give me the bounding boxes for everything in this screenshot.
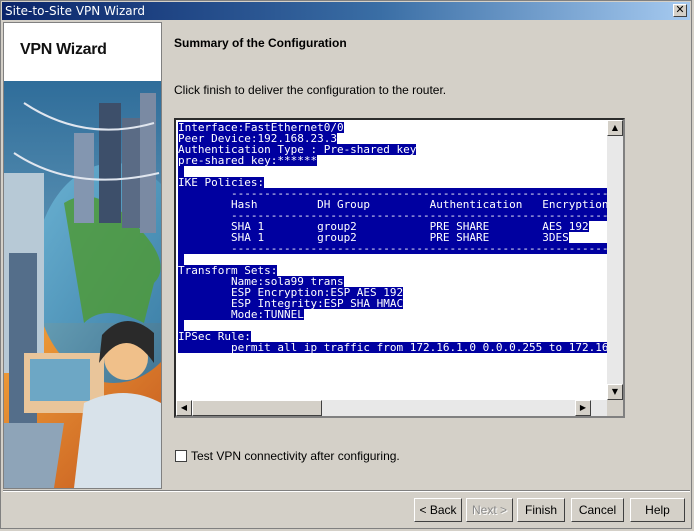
horizontal-scroll-thumb[interactable] <box>192 400 322 416</box>
config-line: ----------------------------------------… <box>178 243 607 254</box>
arrow-right-icon: ▶ <box>579 403 587 412</box>
window-title: Site-to-Site VPN Wizard <box>5 4 145 18</box>
arrow-up-icon: ▲ <box>611 123 619 132</box>
test-connectivity-checkbox[interactable] <box>175 450 187 462</box>
arrow-left-icon: ◀ <box>180 403 188 412</box>
test-connectivity-label[interactable]: Test VPN connectivity after configuring. <box>191 449 400 463</box>
footer-separator <box>3 490 690 492</box>
configuration-summary-box[interactable]: Interface:FastEthernet0/0 Peer Device:19… <box>174 118 625 418</box>
arrow-down-icon: ▼ <box>611 387 619 396</box>
back-button[interactable]: < Back <box>414 498 462 522</box>
config-line: pre-shared key:****** <box>178 154 318 167</box>
close-button[interactable]: ✕ <box>673 4 687 17</box>
cancel-button[interactable]: Cancel <box>571 498 624 522</box>
vpn-wizard-window: Site-to-Site VPN Wizard ✕ VPN Wizard Sum… <box>0 0 692 529</box>
scroll-left-button[interactable]: ◀ <box>176 400 192 416</box>
title-bar[interactable]: Site-to-Site VPN Wizard ✕ <box>2 2 690 20</box>
content-panel: Summary of the Configuration Click finis… <box>163 22 689 489</box>
vertical-scrollbar[interactable]: ▲ ▼ <box>607 120 623 400</box>
wizard-sidebar: VPN Wizard <box>3 22 162 489</box>
close-icon: ✕ <box>675 3 685 16</box>
page-title: Summary of the Configuration <box>174 36 347 50</box>
scroll-up-button[interactable]: ▲ <box>607 120 623 136</box>
help-button[interactable]: Help <box>630 498 685 522</box>
config-text-area[interactable]: Interface:FastEthernet0/0 Peer Device:19… <box>178 122 607 400</box>
config-line: Mode:TUNNEL <box>178 308 304 321</box>
scroll-right-button[interactable]: ▶ <box>575 400 591 416</box>
instruction-text: Click finish to deliver the configuratio… <box>174 83 447 97</box>
horizontal-scrollbar[interactable]: ◀ ▶ <box>176 400 607 416</box>
scroll-down-button[interactable]: ▼ <box>607 384 623 400</box>
config-line: permit all ip traffic from 172.16.1.0 0.… <box>178 342 607 353</box>
next-button[interactable]: Next > <box>466 498 513 522</box>
wizard-illustration <box>4 81 161 488</box>
scrollbar-corner <box>607 400 623 416</box>
finish-button[interactable]: Finish <box>517 498 565 522</box>
